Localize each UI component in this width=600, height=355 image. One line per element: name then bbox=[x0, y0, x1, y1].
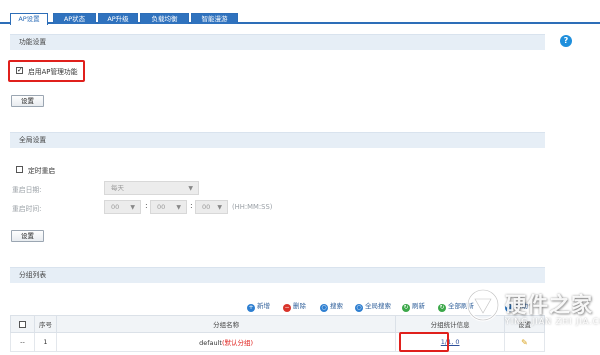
search-button[interactable]: ○ 搜索 bbox=[320, 300, 343, 312]
add-button[interactable]: + 新增 bbox=[247, 300, 270, 312]
second-select[interactable]: 00 ▼ bbox=[195, 200, 228, 214]
refresh-button[interactable]: ↻ 刷新 bbox=[402, 300, 425, 312]
delete-label: 删除 bbox=[293, 302, 306, 310]
global-save-button[interactable]: 设置 bbox=[11, 230, 44, 242]
row-select: -- bbox=[10, 332, 35, 352]
function-section-header: 功能设置 bbox=[10, 34, 545, 50]
row-group-name: default(默认分组) bbox=[55, 332, 397, 352]
delete-icon: − bbox=[283, 304, 291, 312]
watermark-text: 硬件之家 bbox=[505, 293, 593, 317]
timed-reboot-checkbox[interactable] bbox=[16, 166, 23, 173]
watermark: 硬件之家 YING JIAN ZHI JIA.COM bbox=[465, 287, 600, 335]
reboot-time-label: 重启时间: bbox=[12, 205, 42, 213]
reboot-date-label: 重启日期: bbox=[12, 186, 42, 194]
chevron-down-icon: ▼ bbox=[217, 204, 222, 211]
chevron-down-icon: ▼ bbox=[176, 204, 181, 211]
time-colon: : bbox=[190, 201, 193, 210]
hour-value: 00 bbox=[111, 203, 120, 211]
enable-ap-label: 启用AP管理功能 bbox=[28, 68, 78, 76]
select-all-header[interactable] bbox=[10, 315, 35, 333]
tab-ap-settings[interactable]: AP设置 bbox=[10, 13, 48, 25]
search-label: 搜索 bbox=[330, 302, 343, 310]
time-colon: : bbox=[145, 201, 148, 210]
refresh-all-icon: ↻ bbox=[438, 304, 446, 312]
global-section-header: 全局设置 bbox=[10, 132, 545, 148]
function-save-button[interactable]: 设置 bbox=[11, 95, 44, 107]
select-all-checkbox[interactable] bbox=[18, 320, 26, 328]
group-section-header: 分组列表 bbox=[10, 267, 545, 283]
watermark-subtext: YING JIAN ZHI JIA.COM bbox=[505, 317, 600, 326]
global-search-label: 全局搜索 bbox=[365, 302, 391, 310]
add-icon: + bbox=[247, 304, 255, 312]
default-group-tag: (默认分组) bbox=[221, 339, 254, 347]
refresh-label: 刷新 bbox=[412, 302, 425, 310]
column-header-index: 序号 bbox=[33, 315, 57, 333]
timed-reboot-label: 定时重启 bbox=[28, 167, 56, 175]
help-icon[interactable]: ? bbox=[560, 35, 572, 47]
tab-bar: AP设置 AP状态 AP升级 负载均衡 智能漫游 bbox=[0, 0, 600, 25]
reboot-date-value: 每天 bbox=[111, 184, 124, 192]
enable-ap-checkbox[interactable] bbox=[16, 66, 23, 74]
second-value: 00 bbox=[202, 203, 211, 211]
table-row: -- 1 default(默认分组) 1/1, 0 ✎ bbox=[10, 332, 545, 352]
edit-pencil-icon[interactable]: ✎ bbox=[521, 338, 528, 347]
group-name: default bbox=[199, 339, 222, 347]
delete-button[interactable]: − 删除 bbox=[283, 300, 306, 312]
minute-value: 00 bbox=[157, 203, 166, 211]
tab-load-balance[interactable]: 负载均衡 bbox=[140, 13, 189, 24]
watermark-logo-icon bbox=[466, 288, 500, 322]
tab-ap-upgrade[interactable]: AP升级 bbox=[98, 13, 138, 24]
row-index: 1 bbox=[33, 332, 57, 352]
search-icon: ○ bbox=[320, 304, 328, 312]
stats-highlight-box bbox=[399, 332, 449, 352]
time-format-hint: (HH:MM:SS) bbox=[232, 203, 273, 211]
refresh-icon: ↻ bbox=[402, 304, 410, 312]
minute-select[interactable]: 00 ▼ bbox=[150, 200, 187, 214]
global-search-icon: ○ bbox=[355, 304, 363, 312]
add-label: 新增 bbox=[257, 302, 270, 310]
hour-select[interactable]: 00 ▼ bbox=[104, 200, 141, 214]
chevron-down-icon: ▼ bbox=[130, 204, 135, 211]
global-search-button[interactable]: ○ 全局搜索 bbox=[355, 300, 391, 312]
row-settings: ✎ bbox=[504, 332, 545, 352]
tab-ap-status[interactable]: AP状态 bbox=[53, 13, 96, 24]
tab-smart-roaming[interactable]: 智能漫游 bbox=[191, 13, 238, 24]
column-header-name: 分组名称 bbox=[55, 315, 397, 333]
reboot-date-select[interactable]: 每天 ▼ bbox=[104, 181, 199, 195]
chevron-down-icon: ▼ bbox=[188, 185, 193, 192]
